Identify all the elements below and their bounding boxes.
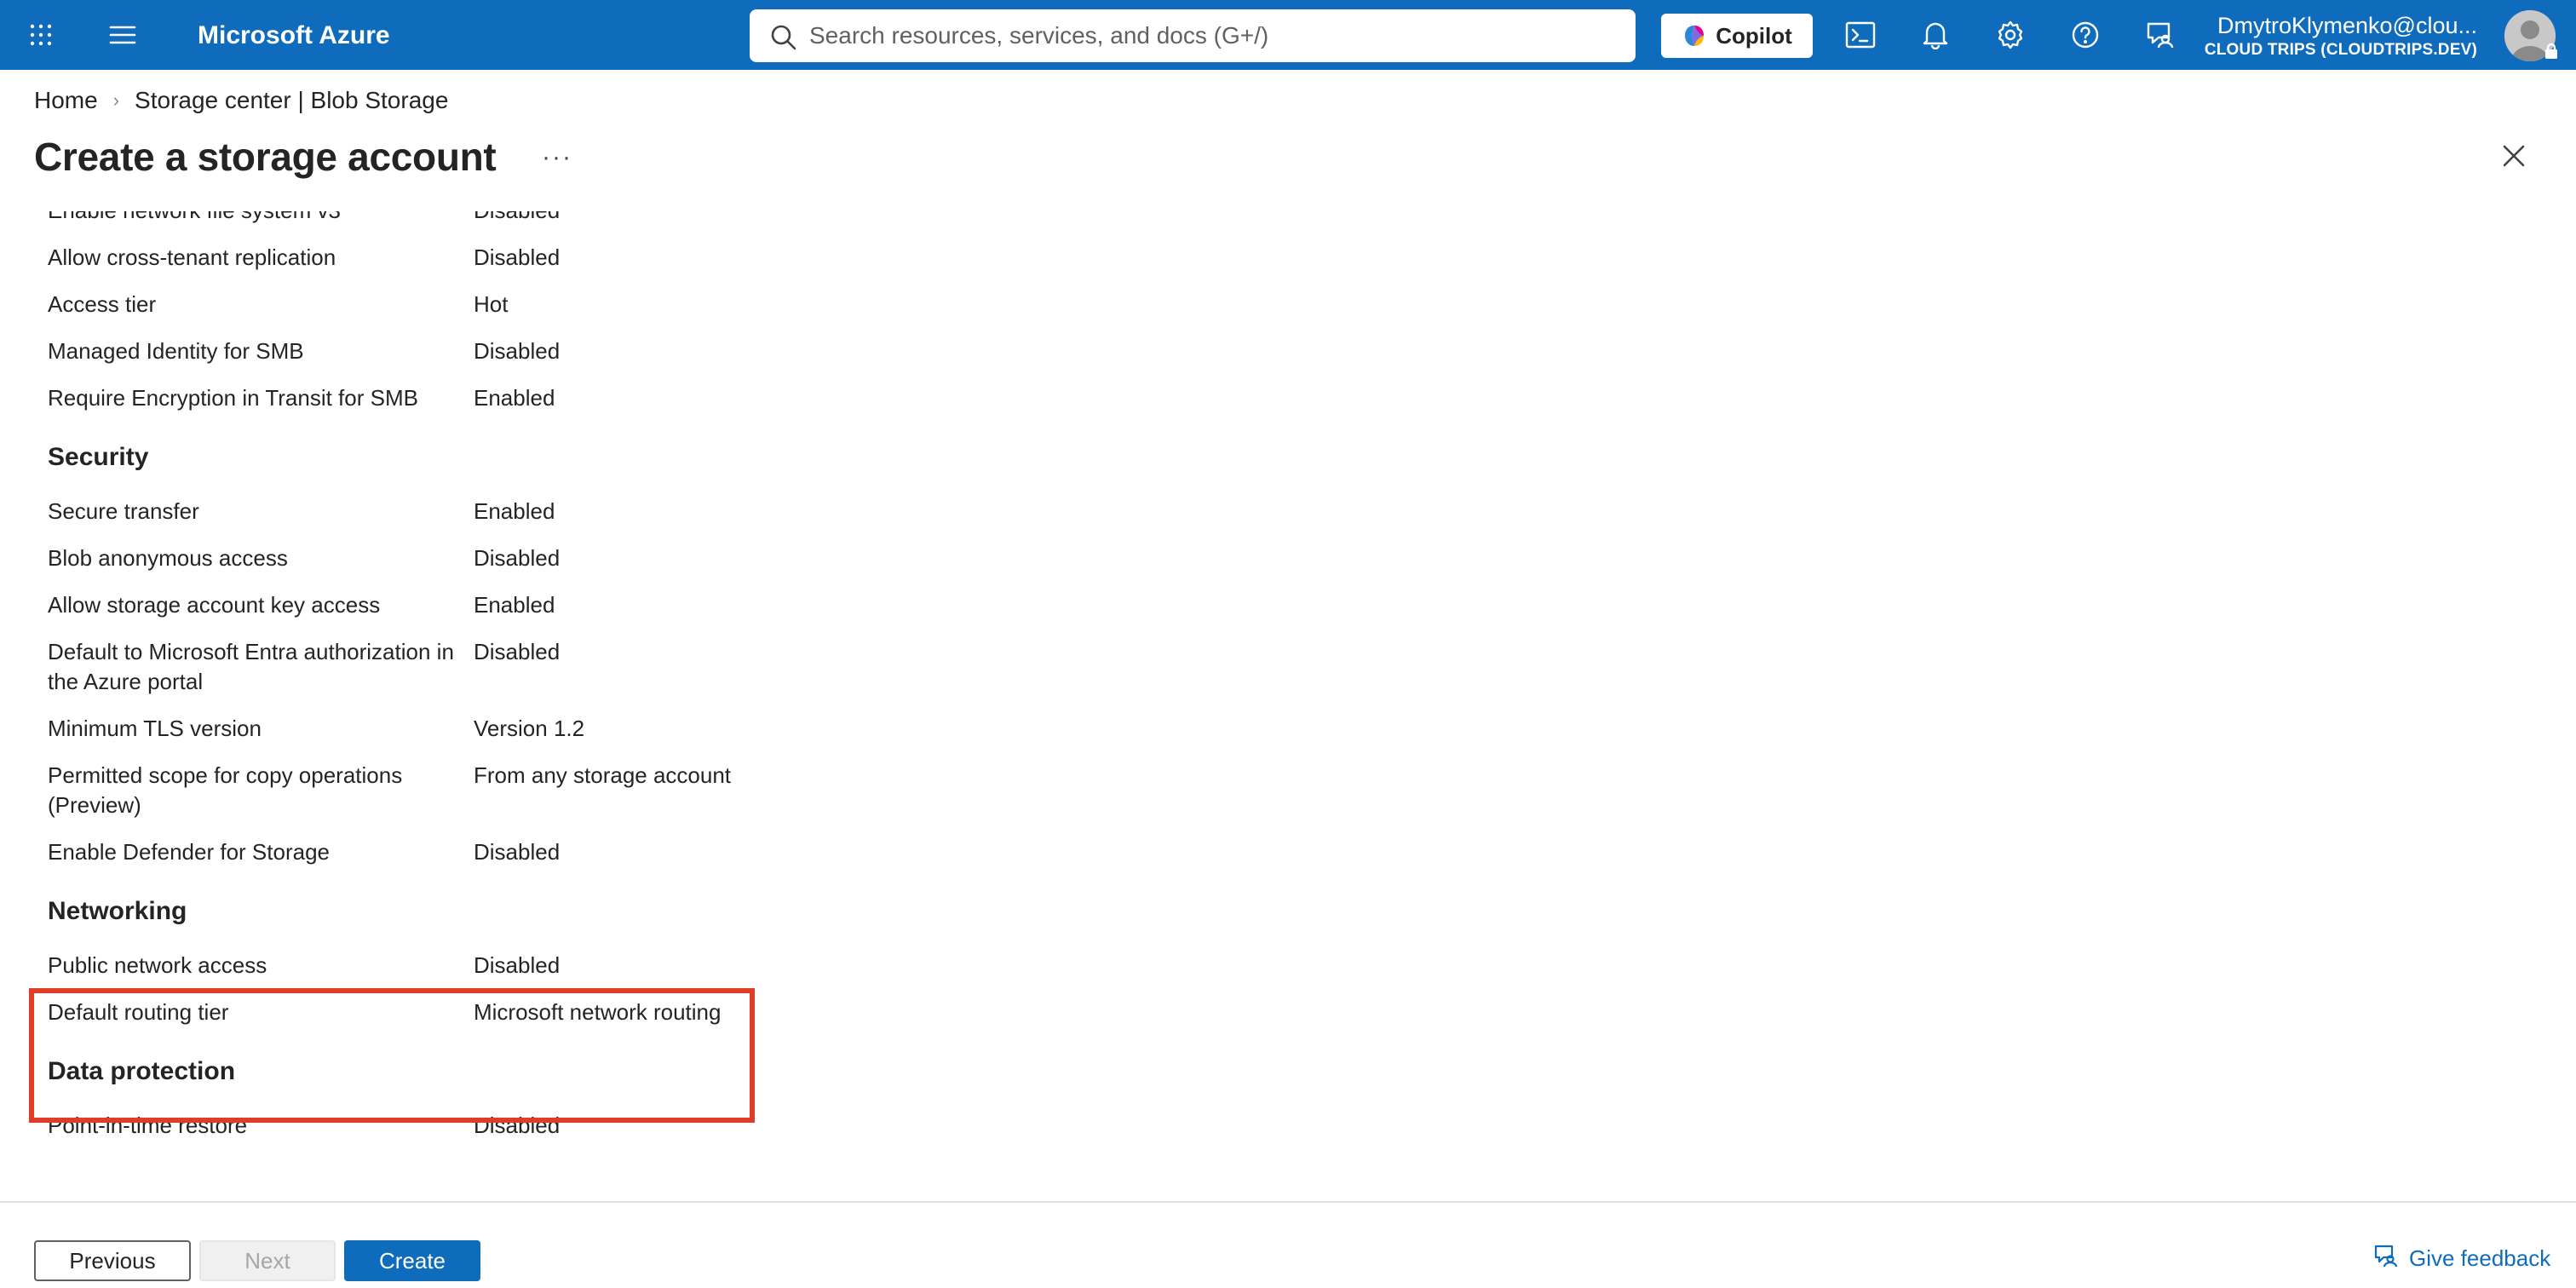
copilot-label: Copilot [1716, 22, 1792, 49]
footer-bar: Previous Next Create Give feedback [0, 1201, 2576, 1288]
previous-button[interactable]: Previous [34, 1240, 191, 1281]
summary-row: Default to Microsoft Entra authorization… [48, 637, 985, 714]
next-button[interactable]: Next [199, 1240, 336, 1281]
summary-row: Permitted scope for copy operations (Pre… [48, 761, 985, 837]
more-options-icon[interactable]: ··· [542, 143, 572, 172]
row-label: Allow cross-tenant replication [48, 244, 336, 270]
close-icon[interactable] [2499, 141, 2528, 170]
breadcrumb-storage-center[interactable]: Storage center | Blob Storage [135, 87, 448, 114]
app-launcher-icon[interactable] [24, 20, 58, 50]
row-label: Minimum TLS version [48, 716, 262, 741]
row-value: Disabled [474, 639, 561, 664]
row-value: Disabled [474, 211, 985, 243]
breadcrumb: Home › Storage center | Blob Storage [34, 85, 448, 116]
row-value: From any storage account [474, 762, 732, 788]
row-value: Disabled [474, 338, 561, 364]
row-label: Access tier [48, 291, 157, 317]
section-heading-security: Security [48, 443, 149, 471]
feedback-label: Give feedback [2409, 1245, 2551, 1271]
summary-row: Allow cross-tenant replication Disabled [48, 243, 985, 290]
help-question-icon[interactable] [2067, 17, 2104, 53]
summary-row: Secure transfer Enabled [48, 497, 985, 543]
summary-row: Allow storage account key access Enabled [48, 590, 985, 637]
global-search[interactable] [750, 9, 1636, 62]
section-heading-networking: Networking [48, 897, 187, 925]
summary-row: Managed Identity for SMB Disabled [48, 336, 985, 383]
row-value: Disabled [474, 839, 561, 865]
summary-row: Access tier Hot [48, 290, 985, 336]
give-feedback-link[interactable]: Give feedback [2373, 1244, 2550, 1274]
account-tenant: CLOUD TRIPS (CLOUDTRIPS.DEV) [2204, 41, 2477, 59]
summary-row: Require Encryption in Transit for SMB En… [48, 383, 985, 430]
create-button[interactable]: Create [344, 1240, 480, 1281]
top-bar: Microsoft Azure Copilot [0, 0, 2576, 70]
feedback-person-icon[interactable] [2142, 17, 2179, 53]
cloud-shell-icon[interactable] [1842, 17, 1879, 53]
search-input[interactable] [809, 9, 1619, 62]
row-label: Enable Defender for Storage [48, 839, 330, 865]
breadcrumb-home[interactable]: Home [34, 87, 98, 114]
breadcrumb-chevron-icon: › [112, 89, 120, 111]
summary-row: Minimum TLS version Version 1.2 [48, 714, 985, 761]
copilot-button[interactable]: Copilot [1661, 14, 1813, 58]
row-value: Version 1.2 [474, 716, 585, 741]
row-label: Blob anonymous access [48, 545, 288, 571]
row-label: Allow storage account key access [48, 592, 381, 618]
page-title: Create a storage account [34, 135, 497, 179]
account-name: DmytroKlymenko@clou... [2217, 13, 2477, 38]
row-value: Enabled [474, 498, 555, 524]
copilot-icon [1682, 23, 1707, 49]
row-value: Disabled [474, 545, 561, 571]
summary-row: Blob anonymous access Disabled [48, 543, 985, 590]
summary-row: Enable network file system v3 Disabled [48, 211, 985, 243]
search-icon [768, 22, 797, 51]
row-label: Enable network file system v3 [48, 211, 474, 243]
row-label: Managed Identity for SMB [48, 338, 304, 364]
row-label: Permitted scope for copy operations (Pre… [48, 762, 403, 818]
settings-gear-icon[interactable] [1992, 17, 2029, 53]
row-value: Hot [474, 291, 509, 317]
account-info[interactable]: DmytroKlymenko@clou... CLOUD TRIPS (CLOU… [2205, 12, 2477, 61]
networking-highlight-box [29, 988, 755, 1123]
row-label: Secure transfer [48, 498, 199, 524]
notifications-bell-icon[interactable] [1917, 17, 1954, 53]
row-value: Disabled [474, 244, 561, 270]
summary-row: Enable Defender for Storage Disabled [48, 837, 985, 884]
row-value: Enabled [474, 592, 555, 618]
brand-title[interactable]: Microsoft Azure [198, 19, 390, 53]
row-value: Enabled [474, 385, 555, 411]
feedback-icon [2373, 1244, 2399, 1274]
lock-icon [2544, 43, 2559, 60]
portal-menu-icon[interactable] [106, 20, 140, 50]
row-label: Default to Microsoft Entra authorization… [48, 639, 454, 694]
row-label: Require Encryption in Transit for SMB [48, 385, 418, 411]
